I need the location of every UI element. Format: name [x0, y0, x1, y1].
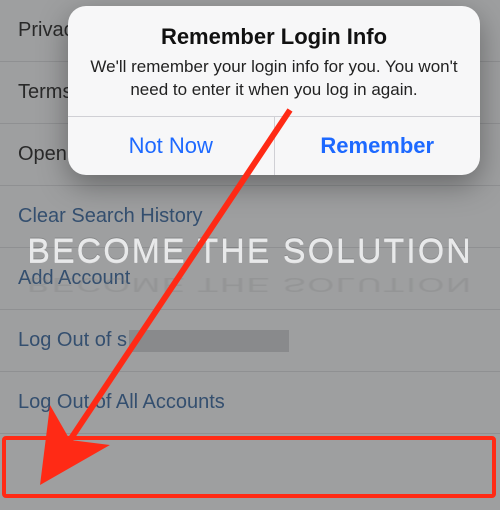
alert-message: We'll remember your login info for you. … [88, 56, 460, 102]
alert-content: Remember Login Info We'll remember your … [68, 6, 480, 116]
remember-login-alert: Remember Login Info We'll remember your … [68, 6, 480, 175]
not-now-button[interactable]: Not Now [68, 117, 274, 175]
remember-button[interactable]: Remember [274, 117, 481, 175]
alert-title: Remember Login Info [88, 24, 460, 50]
alert-buttons: Not Now Remember [68, 116, 480, 175]
